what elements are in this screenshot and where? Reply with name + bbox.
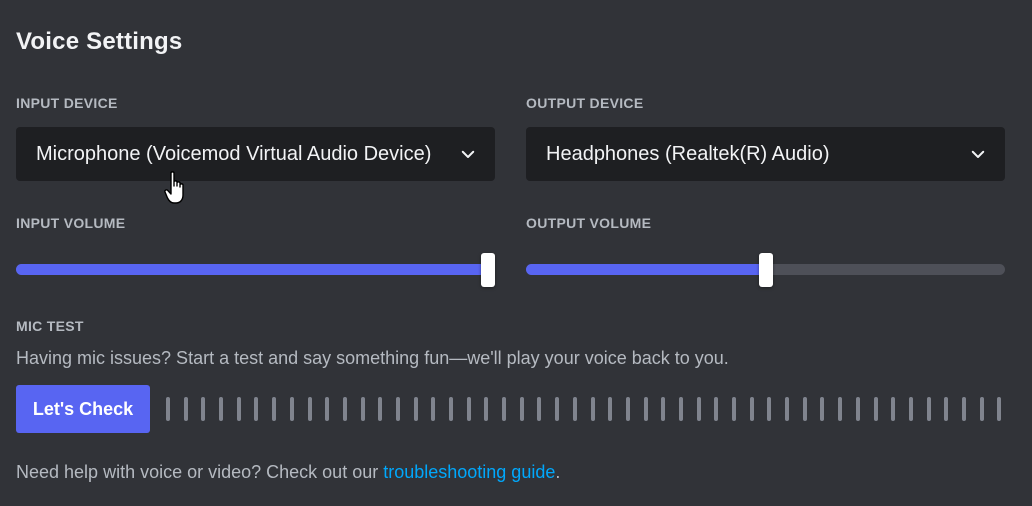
meter-bar bbox=[201, 397, 206, 421]
meter-bar bbox=[466, 397, 471, 421]
meter-bar bbox=[413, 397, 418, 421]
output-device-label: OUTPUT DEVICE bbox=[526, 95, 644, 111]
meter-bar bbox=[183, 397, 188, 421]
meter-bar bbox=[661, 397, 666, 421]
meter-bar bbox=[484, 397, 489, 421]
meter-bar bbox=[891, 397, 896, 421]
meter-bar bbox=[979, 397, 984, 421]
meter-bar bbox=[997, 397, 1002, 421]
mic-test-description: Having mic issues? Start a test and say … bbox=[16, 348, 729, 368]
meter-bar bbox=[926, 397, 931, 421]
meter-bar bbox=[342, 397, 347, 421]
meter-bar bbox=[820, 397, 825, 421]
meter-bar bbox=[431, 397, 436, 421]
meter-bar bbox=[625, 397, 630, 421]
meter-bar bbox=[572, 397, 577, 421]
help-prefix: Need help with voice or video? Check out… bbox=[16, 462, 384, 482]
slider-thumb[interactable] bbox=[758, 253, 773, 287]
meter-bar bbox=[307, 397, 312, 421]
troubleshooting-guide-link[interactable]: troubleshooting guide bbox=[383, 462, 555, 482]
input-device-select[interactable]: Microphone (Voicemod Virtual Audio Devic… bbox=[16, 127, 495, 181]
meter-bar bbox=[272, 397, 277, 421]
output-device-select[interactable]: Headphones (Realtek(R) Audio) bbox=[526, 127, 1005, 181]
slider-fill bbox=[16, 264, 488, 275]
meter-bar bbox=[873, 397, 878, 421]
meter-bar bbox=[696, 397, 701, 421]
meter-bar bbox=[678, 397, 683, 421]
output-volume-slider[interactable] bbox=[526, 253, 1005, 287]
meter-bar bbox=[785, 397, 790, 421]
mic-test-label: MIC TEST bbox=[16, 318, 84, 334]
meter-bar bbox=[325, 397, 330, 421]
meter-bar bbox=[360, 397, 365, 421]
meter-bar bbox=[714, 397, 719, 421]
meter-bar bbox=[961, 397, 966, 421]
meter-bar bbox=[254, 397, 259, 421]
meter-bar bbox=[590, 397, 595, 421]
meter-bar bbox=[449, 397, 453, 421]
meter-bar bbox=[749, 397, 754, 421]
meter-bar bbox=[643, 397, 648, 421]
input-device-value: Microphone (Voicemod Virtual Audio Devic… bbox=[36, 142, 432, 165]
input-device-label: INPUT DEVICE bbox=[16, 95, 118, 111]
slider-thumb[interactable] bbox=[481, 253, 495, 287]
meter-bar bbox=[378, 397, 383, 421]
hand-pointer-cursor-icon bbox=[164, 171, 184, 204]
meter-bar bbox=[502, 397, 507, 421]
meter-bar bbox=[219, 397, 224, 421]
page-title: Voice Settings bbox=[16, 28, 183, 55]
meter-bar bbox=[855, 397, 860, 421]
mic-level-meter bbox=[166, 397, 1002, 421]
slider-fill bbox=[526, 264, 766, 275]
meter-bar bbox=[767, 397, 772, 421]
meter-bar bbox=[555, 397, 560, 421]
meter-bar bbox=[908, 397, 913, 421]
meter-bar bbox=[732, 397, 736, 421]
output-volume-label: OUTPUT VOLUME bbox=[526, 215, 652, 231]
chevron-down-icon bbox=[971, 150, 985, 158]
meter-bar bbox=[395, 397, 400, 421]
input-volume-slider[interactable] bbox=[16, 253, 495, 287]
meter-bar bbox=[519, 397, 524, 421]
lets-check-button[interactable]: Let's Check bbox=[16, 385, 150, 433]
input-volume-label: INPUT VOLUME bbox=[16, 215, 126, 231]
voice-settings-panel: Voice Settings INPUT DEVICE Microphone (… bbox=[0, 0, 1032, 506]
meter-bar bbox=[838, 397, 843, 421]
help-suffix: . bbox=[555, 462, 561, 482]
meter-bar bbox=[537, 397, 542, 421]
meter-bar bbox=[802, 397, 807, 421]
meter-bar bbox=[944, 397, 949, 421]
output-device-value: Headphones (Realtek(R) Audio) bbox=[546, 142, 830, 165]
meter-bar bbox=[166, 397, 170, 421]
help-text: Need help with voice or video? Check out… bbox=[16, 462, 560, 483]
meter-bar bbox=[236, 397, 241, 421]
meter-bar bbox=[608, 397, 613, 421]
chevron-down-icon bbox=[461, 150, 475, 158]
meter-bar bbox=[289, 397, 294, 421]
